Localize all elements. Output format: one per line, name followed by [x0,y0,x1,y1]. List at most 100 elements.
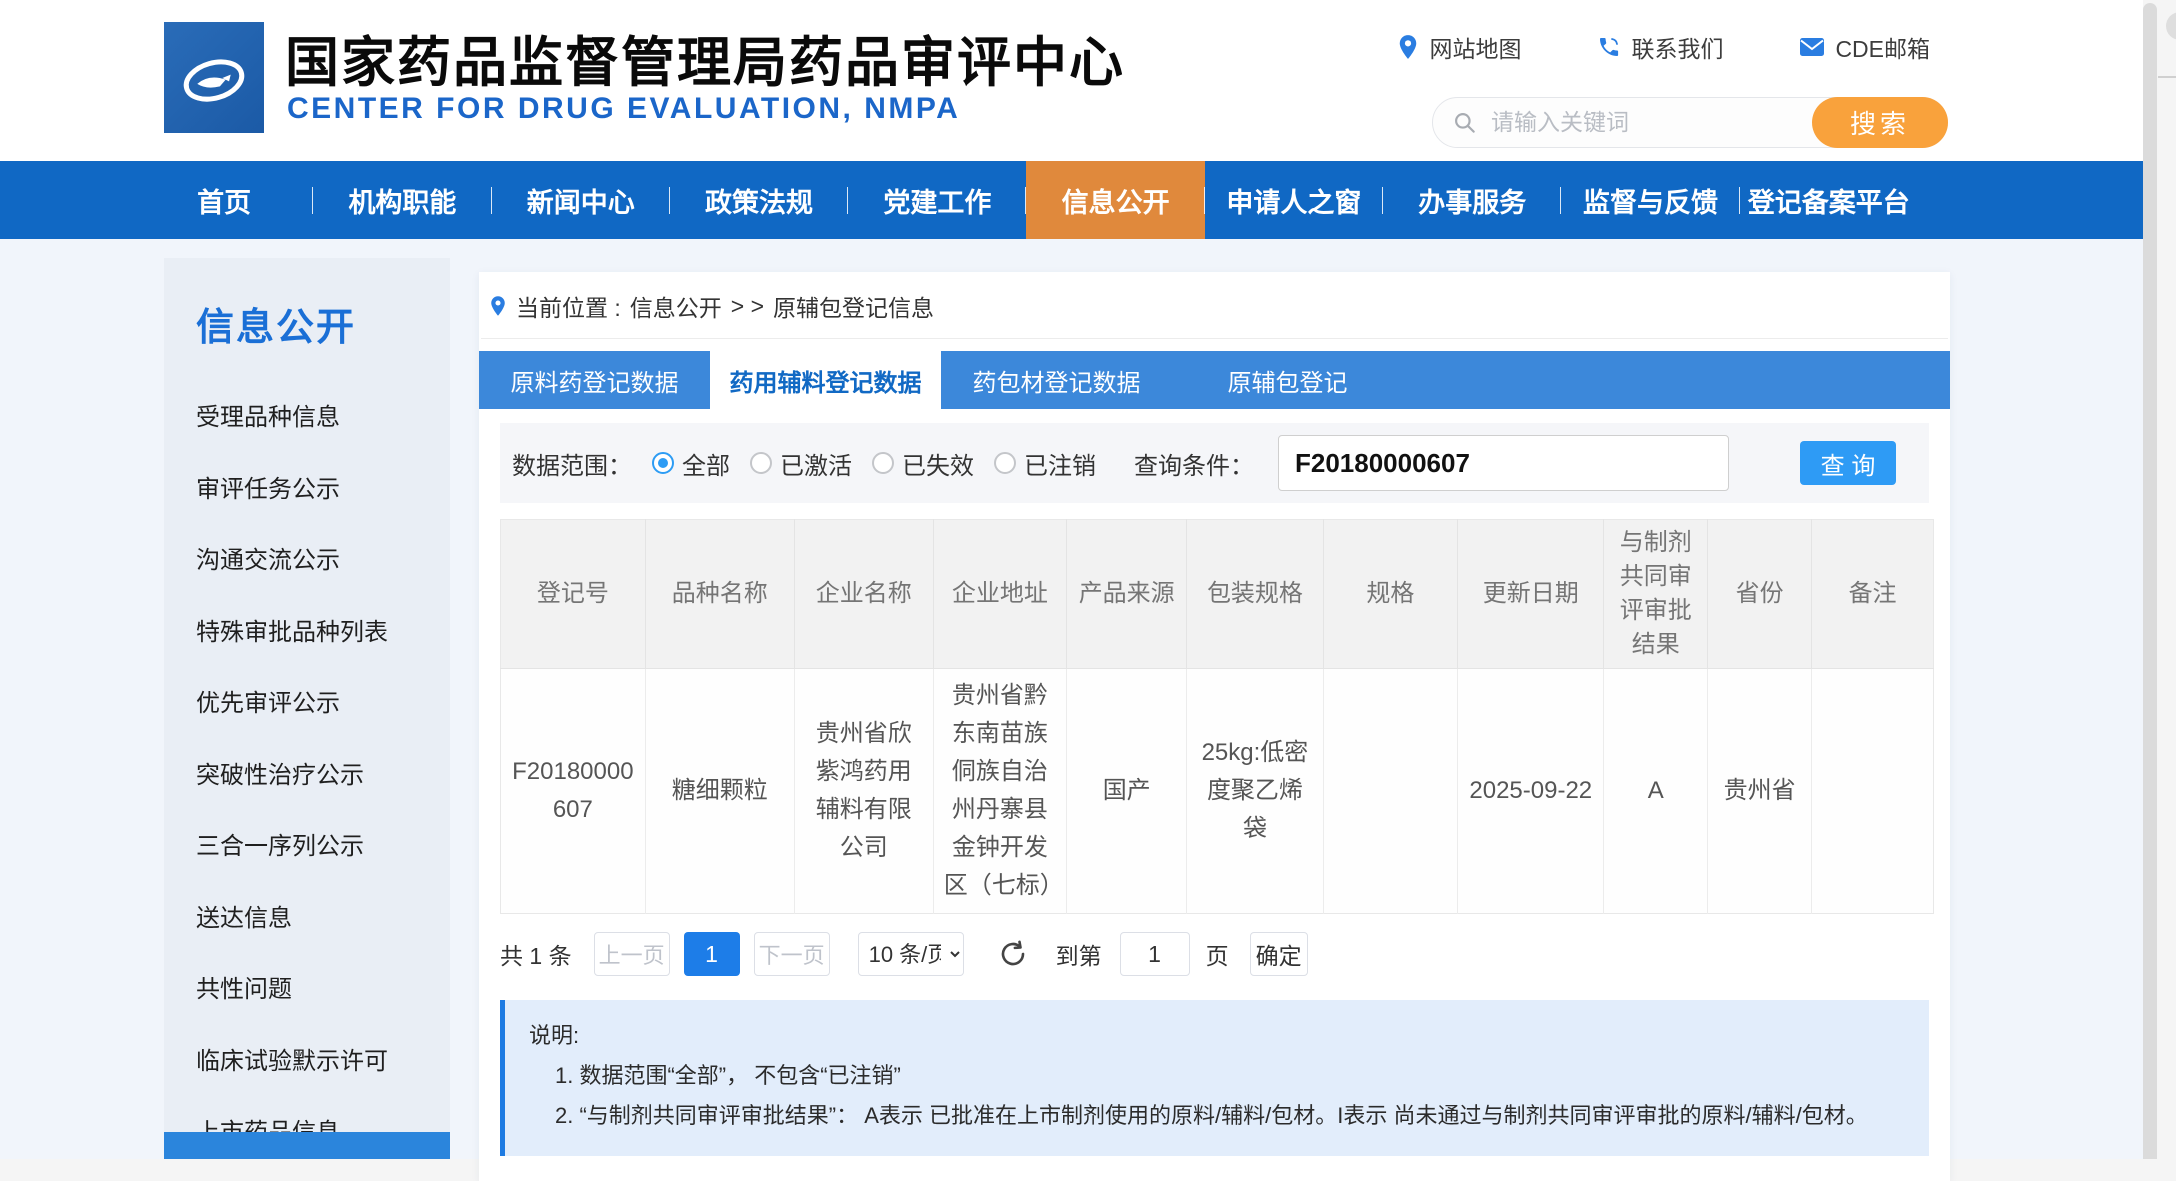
goto-unit: 页 [1206,937,1229,971]
cell-product-origin: 国产 [1067,669,1187,914]
contact-link[interactable]: 联系我们 [1597,30,1723,64]
sitemap-link[interactable]: 网站地图 [1397,30,1521,64]
nav-item-news[interactable]: 新闻中心 [492,161,670,239]
site-header: 国家药品监督管理局药品审评中心 CENTER FOR DRUG EVALUATI… [0,0,2143,161]
sidebar-item-review-tasks[interactable]: 审评任务公示 [164,451,450,523]
next-page-button[interactable]: 下一页 [754,932,830,976]
radio-expired-icon [872,452,894,474]
sidebar-item-special-approval[interactable]: 特殊审批品种列表 [164,594,450,666]
radio-all-label: 全部 [682,446,730,481]
mailbox-label: CDE邮箱 [1835,30,1930,64]
page: 国家药品监督管理局药品审评中心 CENTER FOR DRUG EVALUATI… [0,0,2143,1159]
cell-variety-name: 糖细颗粒 [645,669,794,914]
page-1-button[interactable]: 1 [684,932,740,976]
sidebar-item-accepted-varieties[interactable]: 受理品种信息 [164,379,450,451]
sidebar-item-common-issues[interactable]: 共性问题 [164,951,450,1023]
nav-item-services[interactable]: 办事服务 [1383,161,1561,239]
sidebar-item-breakthrough-therapy[interactable]: 突破性治疗公示 [164,737,450,809]
scope-label: 数据范围： [512,446,632,481]
results-table: 登记号 品种名称 企业名称 企业地址 产品来源 包装规格 规格 更新日期 与制剂… [500,519,1934,914]
radio-all-icon [652,452,674,474]
tab-api-data[interactable]: 原料药登记数据 [479,351,710,409]
tab-packaging-data[interactable]: 药包材登记数据 [941,351,1172,409]
sidebar-item-delivery-info[interactable]: 送达信息 [164,880,450,952]
content-panel: 当前位置 : 信息公开 > > 原辅包登记信息 原料药登记数据 药用辅料登记数据… [479,272,1950,1181]
sidebar-item-clinical-trial[interactable]: 临床试验默示许可 [164,1023,450,1095]
sidebar: 信息公开 受理品种信息 审评任务公示 沟通交流公示 特殊审批品种列表 优先审评公… [164,258,450,1159]
note-item-1: 1. 数据范围“全部”， 不包含“已注销” [529,1056,1905,1096]
contact-label: 联系我们 [1631,30,1723,64]
tab-excipient-data[interactable]: 药用辅料登记数据 [710,351,941,409]
header-quick-links: 网站地图 联系我们 CDE邮箱 [1397,30,1930,64]
cde-logo [164,22,264,133]
col-province: 省份 [1708,520,1812,669]
window-edge-strip [2157,0,2176,1159]
col-registration-no: 登记号 [501,520,646,669]
location-pin-icon [1397,34,1419,60]
radio-expired[interactable]: 已失效 [872,446,974,481]
refresh-icon[interactable] [998,939,1028,969]
cell-joint-review-result: A [1604,669,1708,914]
radio-activated[interactable]: 已激活 [750,446,852,481]
nav-item-functions[interactable]: 机构职能 [313,161,491,239]
col-joint-review-result: 与制剂共同审评审批结果 [1604,520,1708,669]
sidebar-active-item[interactable] [164,1132,450,1159]
col-product-origin: 产品来源 [1067,520,1187,669]
filter-bar: 数据范围： 全部 已激活 已失效 已注销 查询条件： 查 询 [500,423,1929,503]
breadcrumb: 当前位置 : 信息公开 > > 原辅包登记信息 [481,272,1948,339]
site-subtitle: CENTER FOR DRUG EVALUATION, NMPA [287,92,960,126]
nav-item-supervision[interactable]: 监督与反馈 [1561,161,1739,239]
main-nav: 首页 机构职能 新闻中心 政策法规 党建工作 信息公开 申请人之窗 办事服务 监… [0,161,2143,239]
query-label: 查询条件： [1134,446,1254,481]
nav-item-applicant[interactable]: 申请人之窗 [1205,161,1383,239]
sidebar-item-three-in-one[interactable]: 三合一序列公示 [164,808,450,880]
cell-spec [1323,669,1458,914]
cell-company-name: 贵州省欣紫鸿药用辅料有限公司 [794,669,933,914]
cell-registration-no: F20180000607 [501,669,646,914]
radio-activated-label: 已激活 [780,446,852,481]
dataset-tabs: 原料药登记数据 药用辅料登记数据 药包材登记数据 原辅包登记 [479,351,1950,409]
radio-cancelled-label: 已注销 [1024,446,1096,481]
mailbox-link[interactable]: CDE邮箱 [1799,30,1930,64]
search-button[interactable]: 搜索 [1812,97,1948,148]
nav-item-party[interactable]: 党建工作 [848,161,1026,239]
nav-item-info-disclosure[interactable]: 信息公开 [1026,161,1204,239]
breadcrumb-current: 原辅包登记信息 [773,289,934,323]
query-button[interactable]: 查 询 [1800,441,1896,485]
envelope-icon [1799,36,1825,58]
col-remark: 备注 [1812,520,1934,669]
pagination-total: 共 1 条 [500,937,572,971]
cell-company-address: 贵州省黔东南苗族侗族自治州丹寨县金钟开发区（七标） [933,669,1066,914]
scrollbar[interactable] [2143,3,2157,1159]
sidebar-item-communication[interactable]: 沟通交流公示 [164,522,450,594]
note-box: 说明: 1. 数据范围“全部”， 不包含“已注销” 2. “与制剂共同审评审批结… [500,1000,1929,1156]
goto-confirm-button[interactable]: 确定 [1250,932,1308,976]
col-spec: 规格 [1323,520,1458,669]
phone-icon [1597,35,1621,59]
pagination: 共 1 条 上一页 1 下一页 10 条/页 到第 页 确定 [500,932,1929,976]
nav-item-registration-platform[interactable]: 登记备案平台 [1740,161,1918,239]
breadcrumb-root[interactable]: 信息公开 [630,289,722,323]
window-edge-line [2158,76,2176,78]
prev-page-button[interactable]: 上一页 [594,932,670,976]
radio-activated-icon [750,452,772,474]
breadcrumb-label: 当前位置 : [516,289,621,323]
search-icon [1452,110,1478,136]
col-company-address: 企业地址 [933,520,1066,669]
cell-province: 贵州省 [1708,669,1812,914]
nav-item-policies[interactable]: 政策法规 [670,161,848,239]
table-header-row: 登记号 品种名称 企业名称 企业地址 产品来源 包装规格 规格 更新日期 与制剂… [501,520,1934,669]
tab-raw-aux-pack[interactable]: 原辅包登记 [1172,351,1403,409]
col-packaging-spec: 包装规格 [1187,520,1323,669]
sidebar-item-priority-review[interactable]: 优先审评公示 [164,665,450,737]
nav-item-home[interactable]: 首页 [135,161,313,239]
goto-page-input[interactable] [1120,932,1190,976]
page-size-select[interactable]: 10 条/页 [858,932,964,976]
query-input[interactable] [1278,435,1729,491]
radio-all[interactable]: 全部 [652,446,730,481]
sidebar-list: 受理品种信息 审评任务公示 沟通交流公示 特殊审批品种列表 优先审评公示 突破性… [164,379,450,1159]
col-update-date: 更新日期 [1458,520,1604,669]
cell-remark [1812,669,1934,914]
radio-cancelled[interactable]: 已注销 [994,446,1096,481]
col-company-name: 企业名称 [794,520,933,669]
